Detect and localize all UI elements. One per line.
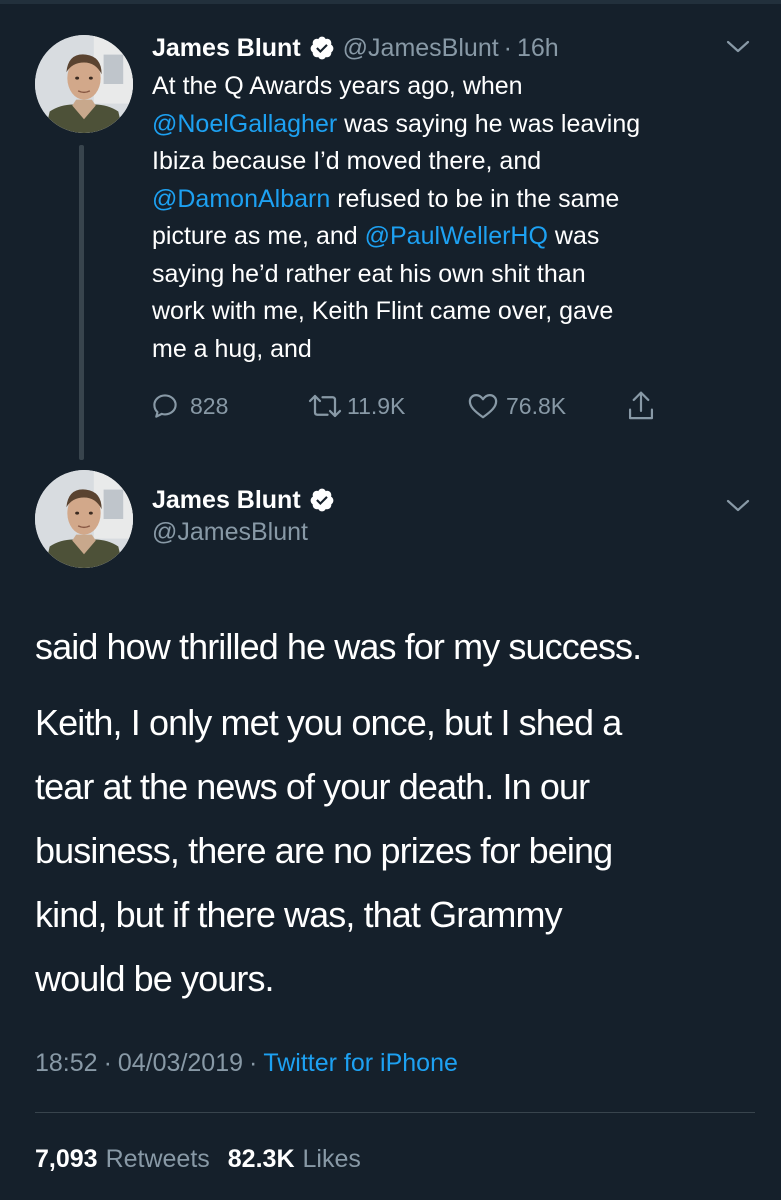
mention-link[interactable]: @NoelGallagher [152, 110, 337, 138]
thread-connector-line [79, 145, 84, 460]
separator-dot: · [103, 1048, 112, 1077]
tweet1-text-line: Ibiza because I’d moved there, and [152, 143, 752, 181]
tweet1-header: James Blunt @JamesBlunt · 16h [152, 30, 559, 66]
share-button[interactable] [626, 388, 656, 424]
tweet-text-segment: At the Q Awards years ago, when [152, 72, 523, 100]
retweets-label[interactable]: Retweets [106, 1145, 210, 1174]
author-name[interactable]: James Blunt [152, 486, 301, 515]
chevron-down-icon[interactable] [725, 496, 751, 516]
tweet-text-segment: refused to be in the same [330, 184, 620, 213]
separator-dot: · [503, 33, 512, 62]
reply-icon [150, 391, 180, 421]
retweets-count[interactable]: 7,093 [35, 1145, 98, 1174]
tweet-text-segment: was saying he was leaving [337, 109, 641, 138]
tweet1-text-line: me a hug, and [152, 331, 752, 369]
separator-dot: · [249, 1048, 258, 1077]
tweet-source-link[interactable]: Twitter for iPhone [263, 1049, 458, 1078]
avatar[interactable] [35, 35, 133, 133]
retweet-count: 11.9K [347, 392, 406, 419]
tweet-time[interactable]: 18:52 [35, 1049, 98, 1078]
reply-count: 828 [190, 392, 229, 419]
tweet-text-segment: saying he’d rather eat his own shit than [152, 259, 586, 288]
tweet-text-segment: me a hug, and [152, 334, 312, 363]
tweet2-body: said how thrilled he was for my success.… [35, 615, 755, 1011]
stats-divider [35, 1112, 755, 1113]
like-button[interactable]: 76.8K [466, 388, 566, 424]
avatar[interactable] [35, 470, 133, 568]
tweet1-text-line: picture as me, and @PaulWellerHQ was [152, 218, 752, 256]
tweet-date[interactable]: 04/03/2019 [118, 1049, 243, 1078]
tweet2-paragraph-2: Keith, I only met you once, but I shed a… [35, 691, 755, 1011]
tweet-text-segment: picture as me, and [152, 222, 365, 250]
chevron-down-icon[interactable] [725, 37, 751, 57]
top-divider [0, 0, 781, 4]
mention-link[interactable]: @PaulWellerHQ [365, 222, 548, 250]
likes-count[interactable]: 82.3K [228, 1145, 295, 1174]
retweet-icon [305, 391, 345, 421]
author-handle[interactable]: @JamesBlunt [152, 518, 308, 547]
tweet1-text-line: work with me, Keith Flint came over, gav… [152, 293, 752, 331]
reply-button[interactable]: 828 [150, 388, 228, 424]
verified-badge-icon [309, 487, 335, 513]
tweet1-text-line: At the Q Awards years ago, when [152, 68, 752, 106]
like-count: 76.8K [506, 392, 567, 419]
author-name[interactable]: James Blunt [152, 34, 301, 63]
tweet-text-segment: Ibiza because I’d moved there, and [152, 147, 542, 175]
tweet1-text-line: @NoelGallagher was saying he was leaving [152, 106, 752, 144]
mention-link[interactable]: @DamonAlbarn [152, 185, 330, 213]
tweet2-paragraph-1: said how thrilled he was for my success. [35, 626, 642, 667]
tweet-metadata: 18:52 · 04/03/2019 · Twitter for iPhone [35, 1045, 458, 1081]
tweet2-text-line: kind, but if there was, that Grammy [35, 894, 563, 935]
tweet-text-segment: was [547, 222, 600, 250]
tweet-stats: 7,093 Retweets 82.3K Likes [35, 1140, 379, 1178]
tweet1-text-line: @DamonAlbarn refused to be in the same [152, 181, 752, 219]
author-handle[interactable]: @JamesBlunt [343, 34, 499, 63]
tweet-text-segment: work with me, Keith Flint came over, gav… [152, 297, 614, 325]
retweet-button[interactable]: 11.9K [305, 388, 405, 424]
tweet-timestamp[interactable]: 16h [517, 34, 559, 63]
heart-icon [466, 391, 500, 421]
tweet2-header: James Blunt [152, 483, 335, 517]
tweet2-text-line: tear at the news of your death. In our [35, 766, 590, 807]
tweet2-text-line: Keith, I only met you once, but I shed a [35, 702, 622, 743]
share-icon [626, 389, 656, 423]
tweet2-text-line: business, there are no prizes for being [35, 830, 613, 871]
tweet2-text-line: would be yours. [35, 958, 275, 999]
tweet1-text-line: saying he’d rather eat his own shit than [152, 256, 752, 294]
tweet1-body: At the Q Awards years ago, when @NoelGall… [152, 68, 752, 368]
verified-badge-icon [309, 35, 335, 61]
likes-label[interactable]: Likes [303, 1145, 361, 1174]
